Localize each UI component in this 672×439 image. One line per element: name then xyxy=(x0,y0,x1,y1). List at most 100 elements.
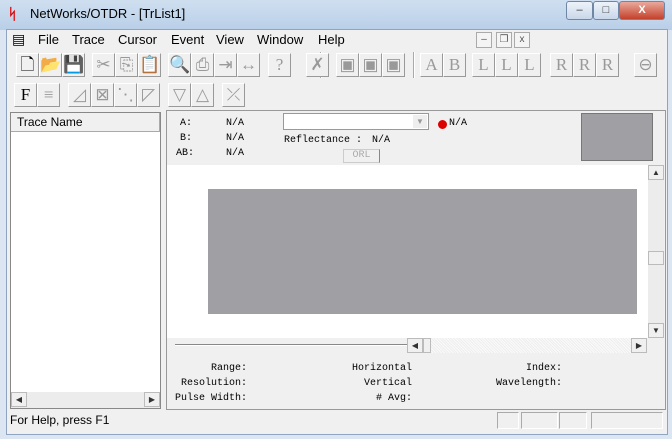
menu-help[interactable]: Help xyxy=(318,32,345,47)
cursor-b-value: N/A xyxy=(226,133,245,144)
cursor-b-icon[interactable]: B xyxy=(443,53,466,77)
context-help-icon[interactable]: ? xyxy=(268,53,291,77)
splice-up-icon[interactable]: △ xyxy=(191,83,214,107)
trace-file-icon[interactable]: F xyxy=(14,83,37,107)
left-1-icon[interactable]: L xyxy=(472,53,495,77)
toolbar-group: ⤫ xyxy=(222,83,245,107)
cut-icon[interactable]: ✂ xyxy=(92,53,115,77)
otdr-logo-icon: ᛋ xyxy=(8,6,18,23)
graph-hscrollbar[interactable]: ◀ ▶ xyxy=(167,338,648,353)
right-3-icon[interactable]: R xyxy=(596,53,619,77)
scroll-up-icon[interactable]: ▲ xyxy=(648,165,664,180)
end-icon[interactable]: ⤫ xyxy=(222,83,245,107)
toolbar-group: ✗ xyxy=(306,53,329,77)
open-icon[interactable]: 📂 xyxy=(39,53,62,77)
toolbar-group: ? xyxy=(268,53,291,77)
print-preview-icon[interactable]: 🔍 xyxy=(168,53,191,77)
marker-b-icon[interactable]: ▣ xyxy=(359,53,382,77)
marker-a-icon[interactable]: ▣ xyxy=(336,53,359,77)
index-label: Index: xyxy=(525,363,562,374)
scroll-thumb[interactable] xyxy=(423,338,431,353)
horizontal-label: Horizontal xyxy=(351,363,412,374)
status-pane xyxy=(591,412,663,429)
fit-icon[interactable]: ↔ xyxy=(237,53,260,77)
toolbar-group: 🗋 📂 💾 xyxy=(16,53,85,77)
menu-bar: ▤ File Trace Cursor Event View Window He… xyxy=(8,30,666,50)
scroll-left-icon[interactable]: ◀ xyxy=(407,338,423,353)
maximize-button[interactable]: □ xyxy=(593,1,619,20)
scroll-right-icon[interactable]: ▶ xyxy=(631,338,647,353)
minimize-button[interactable]: – xyxy=(566,1,593,20)
wavelength-label: Wavelength: xyxy=(495,378,562,389)
status-pane xyxy=(521,412,558,429)
event-2-icon[interactable]: ⊠ xyxy=(91,83,114,107)
print-icon[interactable]: ⎙ xyxy=(191,53,214,77)
menu-file[interactable]: File xyxy=(38,32,59,47)
scroll-thumb[interactable] xyxy=(648,251,664,265)
toolbar-group: ▽ △ xyxy=(168,83,214,107)
toolbar-group: 🔍 ⎙ ⇥ ↔ xyxy=(168,53,260,77)
reflectance-value: N/A xyxy=(372,135,391,146)
trace-name-column-header[interactable]: Trace Name xyxy=(11,113,160,132)
splice-down-icon[interactable]: ▽ xyxy=(168,83,191,107)
new-icon[interactable]: 🗋 xyxy=(16,53,39,77)
zoom-slider-track[interactable] xyxy=(175,344,407,346)
cursor-a-icon[interactable]: A xyxy=(420,53,443,77)
window-title: NetWorks/OTDR - [TrList1] xyxy=(30,6,186,21)
event-icon[interactable]: ✗ xyxy=(306,53,329,77)
list-icon[interactable]: ≡ xyxy=(37,83,60,107)
event-3-icon[interactable]: ⋱ xyxy=(114,83,137,107)
pulse-width-label: Pulse Width: xyxy=(174,393,247,404)
copy-icon[interactable]: ⎘ xyxy=(115,53,138,77)
left-3-icon[interactable]: L xyxy=(518,53,541,77)
menu-view[interactable]: View xyxy=(216,32,244,47)
avg-label: # Avg: xyxy=(375,393,412,404)
menu-trace[interactable]: Trace xyxy=(72,32,105,47)
zoom-icon[interactable]: ⊖ xyxy=(634,53,657,77)
right-1-icon[interactable]: R xyxy=(550,53,573,77)
menu-window[interactable]: Window xyxy=(257,32,303,47)
export-icon[interactable]: ⇥ xyxy=(214,53,237,77)
toolbar-group: ✂ ⎘ 📋 xyxy=(92,53,161,77)
graph-plot-area xyxy=(208,189,637,314)
resolution-label: Resolution: xyxy=(180,378,247,389)
cursor-a-value: N/A xyxy=(226,118,245,129)
toolbar-group: AB xyxy=(420,53,466,77)
save-icon[interactable]: 💾 xyxy=(62,53,85,77)
chevron-down-icon[interactable]: ▼ xyxy=(413,115,427,128)
event-1-icon[interactable]: ◿ xyxy=(68,83,91,107)
scroll-down-icon[interactable]: ▼ xyxy=(648,323,664,338)
toolbar-group: ◿ ⊠ ⋱ ◸ xyxy=(68,83,160,107)
mdi-close-button[interactable]: x xyxy=(514,32,530,48)
vertical-label: Vertical xyxy=(363,378,412,389)
cursor-a-label: A: xyxy=(180,118,193,129)
scroll-left-icon[interactable]: ◀ xyxy=(11,392,27,407)
marker-c-icon[interactable]: ▣ xyxy=(382,53,405,77)
paste-icon[interactable]: 📋 xyxy=(138,53,161,77)
scroll-right-icon[interactable]: ▶ xyxy=(144,392,160,407)
right-2-icon[interactable]: R xyxy=(573,53,596,77)
toolbar-group: LLL xyxy=(472,53,541,77)
menu-cursor[interactable]: Cursor xyxy=(118,32,157,47)
overview-thumbnail xyxy=(581,113,653,161)
document-menu-icon[interactable]: ▤ xyxy=(12,31,25,48)
cursor-ab-label: AB: xyxy=(176,148,195,159)
cursor-b-label: B: xyxy=(180,133,193,144)
status-pane xyxy=(559,412,587,429)
event-4-icon[interactable]: ◸ xyxy=(137,83,160,107)
cursor-ab-value: N/A xyxy=(226,148,245,159)
toolbar-group: ▣ ▣ ▣ xyxy=(336,53,405,77)
menu-event[interactable]: Event xyxy=(171,32,204,47)
status-text: For Help, press F1 xyxy=(10,413,110,427)
trace-list[interactable] xyxy=(10,112,161,409)
orl-button[interactable]: ORL xyxy=(343,149,380,163)
mdi-restore-button[interactable]: ❐ xyxy=(496,32,512,48)
left-2-icon[interactable]: L xyxy=(495,53,518,77)
range-label: Range: xyxy=(210,363,247,374)
trace-list-hscrollbar[interactable]: ◀ ▶ xyxy=(11,392,160,408)
graph-vscrollbar[interactable]: ▲ ▼ xyxy=(648,165,664,338)
mdi-minimize-button[interactable]: – xyxy=(476,32,492,48)
status-value: N/A xyxy=(449,118,468,129)
close-button[interactable]: X xyxy=(619,1,665,20)
event-dropdown[interactable]: ▼ xyxy=(283,113,429,130)
